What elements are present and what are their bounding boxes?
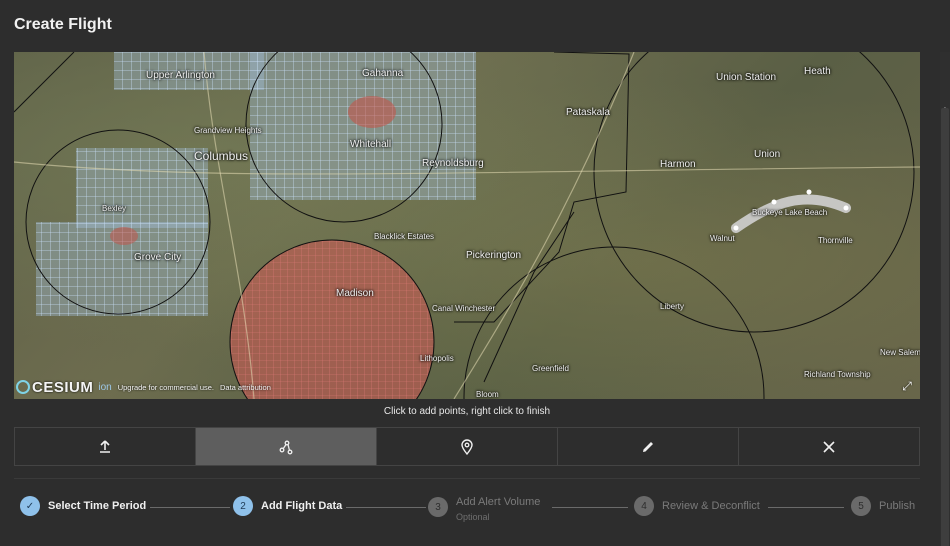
map-label: Pataskala: [566, 107, 610, 118]
draw-path-button[interactable]: [196, 428, 377, 465]
scrollbar-thumb[interactable]: [941, 108, 949, 546]
step-number: 4: [634, 496, 654, 516]
map-label: Blacklick Estates: [374, 232, 435, 241]
map-label: Harmon: [660, 159, 696, 170]
map-label: Lithopolis: [420, 354, 454, 363]
scrollbar[interactable]: ▲: [940, 52, 950, 546]
map-label: Grandview Heights: [194, 126, 262, 135]
step-connector: [346, 507, 426, 508]
map-label: Greenfield: [532, 364, 569, 373]
step-review-deconflict[interactable]: 4 Review & Deconflict: [634, 496, 760, 516]
add-point-button[interactable]: [377, 428, 558, 465]
map-label: Gahanna: [362, 68, 404, 79]
step-label: Add Flight Data: [261, 500, 343, 512]
map-label: Pickerington: [466, 250, 522, 261]
map-label: Bexley: [102, 204, 127, 213]
step-label: Add Alert Volume: [456, 496, 541, 508]
map-label: Bloom: [476, 390, 499, 399]
map-label: Grove City: [134, 252, 182, 263]
map-toolbar: [14, 427, 920, 466]
map-label: Liberty: [660, 302, 685, 311]
map-label: Reynoldsburg: [422, 158, 484, 169]
check-icon: ✓: [20, 496, 40, 516]
clear-button[interactable]: [739, 428, 919, 465]
map-label: Whitehall: [350, 139, 392, 150]
path-icon: [279, 440, 293, 454]
ion-label: ion: [98, 382, 112, 393]
step-connector: [768, 507, 844, 508]
divider: [14, 478, 920, 479]
map-label: Buckeye Lake Beach: [752, 208, 828, 217]
step-connector: [150, 507, 230, 508]
step-connector: [552, 507, 628, 508]
map-attribution: CESIUM ion Upgrade for commercial use. D…: [16, 379, 271, 396]
upgrade-link[interactable]: Upgrade for commercial use.: [118, 383, 214, 392]
step-label: Review & Deconflict: [662, 500, 760, 512]
map-label: Columbus: [194, 149, 249, 163]
dialog-title: Create Flight: [14, 16, 112, 33]
pencil-icon: [643, 441, 653, 452]
map-label: Canal Winchester: [432, 304, 496, 313]
map-label: Union: [754, 149, 781, 160]
map-viewer[interactable]: Upper Arlington Gahanna Union Station He…: [14, 52, 920, 399]
step-label: Publish: [879, 500, 916, 512]
upload-icon: [100, 439, 110, 453]
step-label: Select Time Period: [48, 500, 147, 512]
fullscreen-icon[interactable]: ⤢: [898, 377, 916, 395]
map-label: New Salem: [880, 348, 920, 357]
map-label: Union Station: [716, 72, 777, 83]
step-number: 5: [851, 496, 871, 516]
edit-button[interactable]: [558, 428, 739, 465]
map-label: Richland Township: [804, 370, 871, 379]
map-label: Madison: [336, 288, 374, 299]
map-overlay: [14, 52, 920, 399]
map-label: Walnut: [710, 234, 735, 243]
map-hint: Click to add points, right click to fini…: [383, 406, 551, 417]
close-icon: [823, 440, 835, 453]
map-label: Thornville: [818, 236, 853, 245]
cesium-logo-icon: [16, 380, 30, 394]
step-sublabel: Optional: [456, 512, 490, 522]
location-pin-icon: [461, 438, 473, 455]
step-publish[interactable]: 5 Publish: [851, 496, 915, 516]
map-label: Upper Arlington: [146, 70, 215, 81]
step-add-alert-volume[interactable]: 3 Add Alert Volume Optional: [428, 492, 540, 522]
red-restricted-zone: [229, 239, 435, 399]
step-select-time-period[interactable]: ✓ Select Time Period: [20, 496, 146, 516]
upload-button[interactable]: [15, 428, 196, 465]
data-attribution-link[interactable]: Data attribution: [220, 383, 271, 392]
step-add-flight-data[interactable]: 2 Add Flight Data: [233, 496, 342, 516]
map-label: Heath: [804, 66, 831, 77]
cesium-logo[interactable]: CESIUM: [16, 379, 93, 396]
step-number: 2: [233, 496, 253, 516]
step-number: 3: [428, 497, 448, 517]
